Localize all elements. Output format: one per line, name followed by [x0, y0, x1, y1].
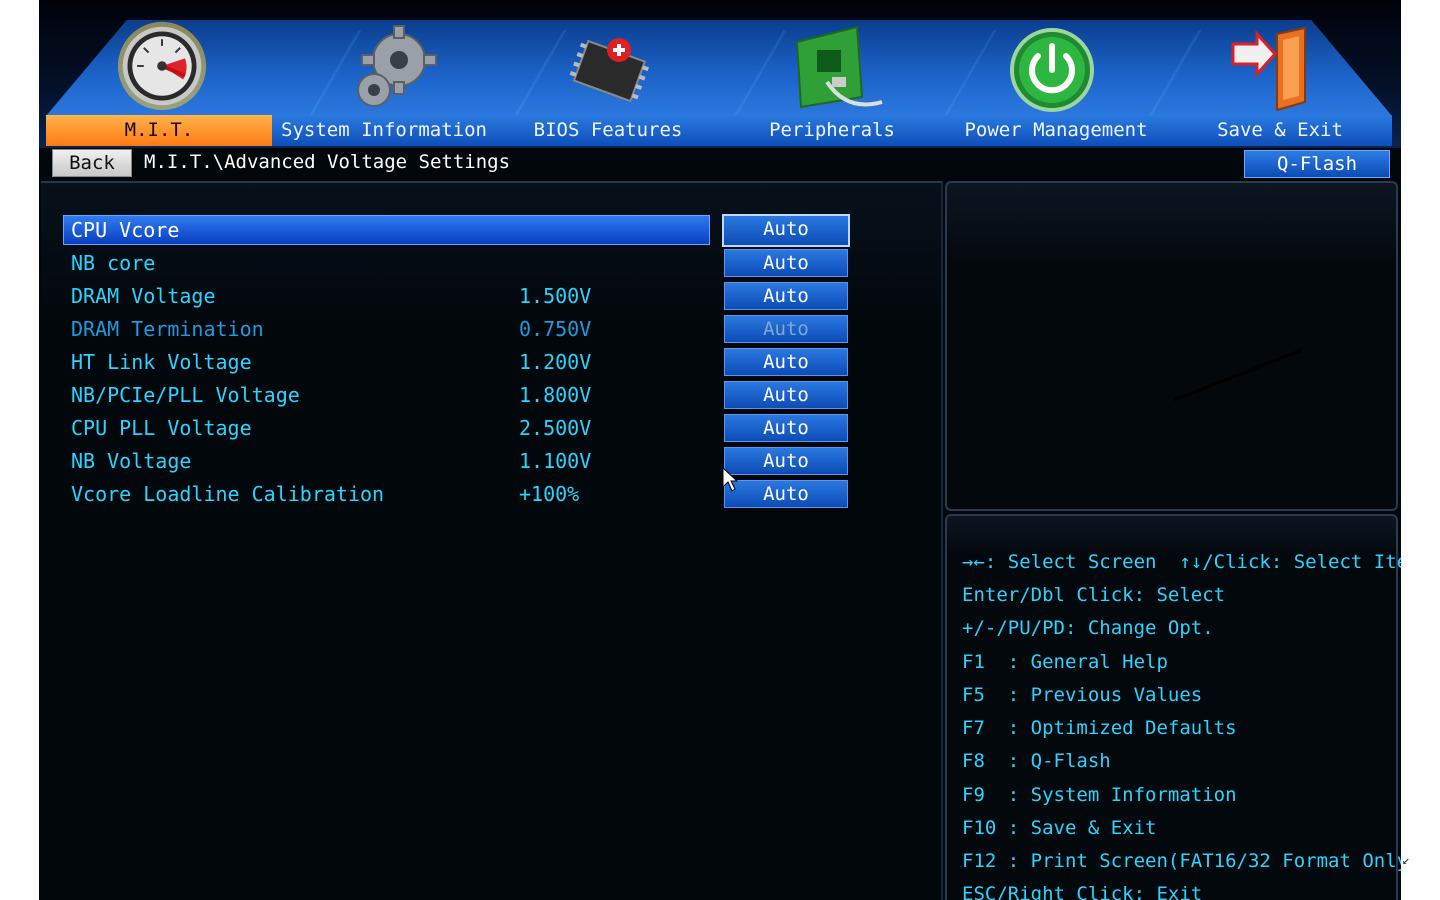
help-line: Enter/Dbl Click: Select: [962, 584, 1226, 606]
setting-row-ht-link-voltage[interactable]: HT Link Voltage 1.200V Auto: [63, 347, 863, 377]
item-help-panel: [945, 181, 1398, 511]
tab-bar: M.I.T. System Information BIOS Features …: [46, 115, 1392, 146]
setting-row-vcore-loadline-calibration[interactable]: Vcore Loadline Calibration +100% Auto: [63, 479, 863, 509]
setting-option-button[interactable]: Auto: [722, 214, 850, 247]
setting-row-dram-voltage[interactable]: DRAM Voltage 1.500V Auto: [63, 281, 863, 311]
help-panel-line-graphic: [1173, 348, 1303, 402]
setting-value: 2.500V: [519, 416, 592, 440]
settings-panel: CPU Vcore Auto NB core Auto DRAM Voltage…: [41, 181, 943, 900]
bios-screen: M.I.T. System Information BIOS Features …: [39, 0, 1401, 900]
tab-save-exit[interactable]: Save & Exit: [1168, 115, 1392, 146]
help-line: F7 : Optimized Defaults: [962, 717, 1237, 739]
setting-option-button[interactable]: Auto: [724, 447, 848, 475]
setting-label: NB core: [71, 251, 156, 275]
setting-label: NB Voltage: [71, 449, 192, 473]
setting-row-cpu-pll-voltage[interactable]: CPU PLL Voltage 2.500V Auto: [63, 413, 863, 443]
setting-value: 1.800V: [519, 383, 592, 407]
header-backdrop: [46, 20, 1392, 116]
chip-icon[interactable]: [561, 22, 657, 114]
setting-option-button[interactable]: Auto: [724, 480, 848, 508]
setting-option-button[interactable]: Auto: [724, 282, 848, 310]
breadcrumb-path: M.I.T.\Advanced Voltage Settings: [144, 151, 511, 173]
help-line: +/-/PU/PD: Change Opt.: [962, 617, 1214, 639]
tab-peripherals[interactable]: Peripherals: [720, 115, 944, 146]
help-line: F8 : Q-Flash: [962, 750, 1111, 772]
setting-option-button: Auto: [724, 315, 848, 343]
setting-row-cpu-vcore[interactable]: CPU Vcore Auto: [63, 214, 863, 247]
resize-arrow-icon: ↙: [1402, 853, 1410, 868]
setting-label: NB/PCIe/PLL Voltage: [71, 383, 300, 407]
speedometer-icon[interactable]: [114, 20, 210, 112]
exit-door-icon[interactable]: [1225, 22, 1321, 114]
mouse-cursor-icon: [722, 467, 738, 492]
setting-row-dram-termination: DRAM Termination 0.750V Auto: [63, 314, 863, 344]
setting-label: DRAM Termination: [71, 317, 264, 341]
setting-label: CPU Vcore: [71, 218, 180, 242]
help-line: F9 : System Information: [962, 784, 1237, 806]
setting-value: 1.100V: [519, 449, 592, 473]
help-line: F1 : General Help: [962, 651, 1168, 673]
setting-value: +100%: [519, 482, 580, 506]
setting-label: Vcore Loadline Calibration: [71, 482, 385, 506]
back-button[interactable]: Back: [52, 149, 132, 177]
header: M.I.T. System Information BIOS Features …: [39, 0, 1401, 148]
setting-label: HT Link Voltage: [71, 350, 252, 374]
motherboard-icon[interactable]: [787, 22, 883, 114]
setting-row-nb-pcie-pll-voltage[interactable]: NB/PCIe/PLL Voltage 1.800V Auto: [63, 380, 863, 410]
key-help-panel: →←: Select Screen ↑↓/Click: Select Item …: [945, 514, 1401, 900]
breadcrumb: Back M.I.T.\Advanced Voltage Settings Q-…: [39, 146, 1401, 180]
gear-icon[interactable]: [344, 22, 440, 114]
setting-row-nb-voltage[interactable]: NB Voltage 1.100V Auto: [63, 446, 863, 476]
setting-option-button[interactable]: Auto: [724, 348, 848, 376]
setting-label: DRAM Voltage: [71, 284, 216, 308]
setting-value: 0.750V: [519, 317, 592, 341]
tab-bios-features[interactable]: BIOS Features: [496, 115, 720, 146]
help-line: F10 : Save & Exit: [962, 817, 1157, 839]
setting-option-button[interactable]: Auto: [724, 249, 848, 277]
tab-power-management[interactable]: Power Management: [944, 115, 1168, 146]
help-line: F12 : Print Screen(FAT16/32 Format Only): [962, 850, 1401, 872]
power-icon[interactable]: [1004, 22, 1100, 114]
setting-row-nb-core[interactable]: NB core Auto: [63, 248, 863, 278]
help-line: ESC/Right Click: Exit: [962, 883, 1203, 900]
qflash-button[interactable]: Q-Flash: [1244, 150, 1390, 178]
setting-option-button[interactable]: Auto: [724, 381, 848, 409]
setting-label: CPU PLL Voltage: [71, 416, 252, 440]
tab-mit[interactable]: M.I.T.: [46, 115, 272, 146]
setting-value: 1.200V: [519, 350, 592, 374]
setting-value: 1.500V: [519, 284, 592, 308]
help-line: →←: Select Screen ↑↓/Click: Select Item: [962, 551, 1401, 573]
help-line: F5 : Previous Values: [962, 684, 1203, 706]
tab-system-information[interactable]: System Information: [272, 115, 496, 146]
setting-option-button[interactable]: Auto: [724, 414, 848, 442]
